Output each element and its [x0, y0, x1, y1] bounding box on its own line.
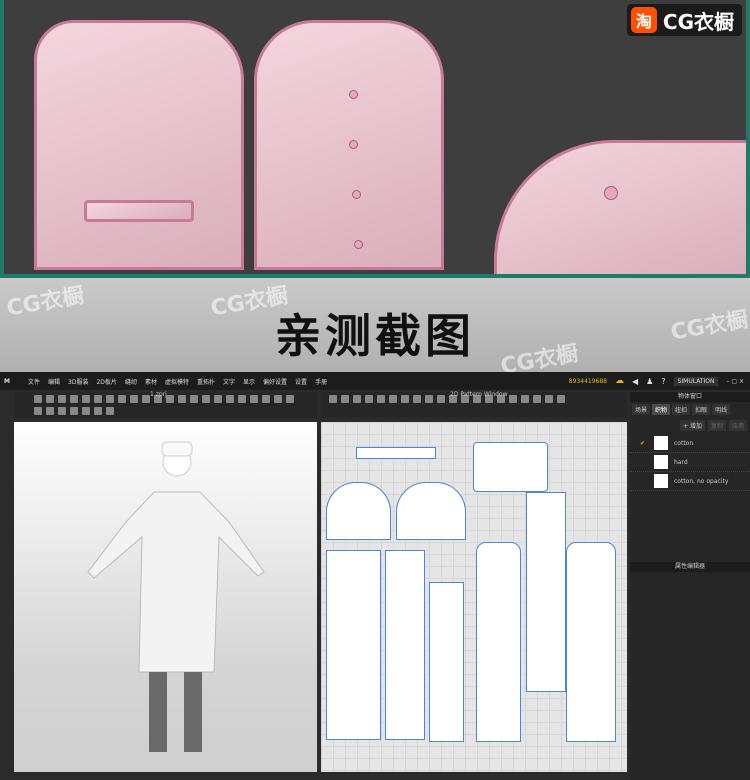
fabric-swatch — [654, 436, 668, 450]
tab-button[interactable]: 纽扣 — [672, 404, 691, 415]
fabric-swatch — [654, 474, 668, 488]
belt-tab — [84, 200, 194, 222]
taobao-icon: 淘 — [630, 7, 657, 33]
add-button[interactable]: + 增加 — [680, 420, 705, 431]
menu-manual[interactable]: 手册 — [315, 377, 327, 386]
fabric-item[interactable]: ✔ cotton — [630, 434, 750, 453]
menu-2d-pattern[interactable]: 2D板片 — [96, 377, 116, 386]
garment-back-view — [34, 20, 244, 270]
tab-buttonhole[interactable]: 扣眼 — [692, 404, 711, 415]
menu-file[interactable]: 文件 — [28, 377, 40, 386]
check-icon: ✔ — [640, 439, 646, 447]
pattern-back-side[interactable] — [526, 492, 566, 692]
pattern-front-right[interactable] — [385, 550, 425, 740]
property-editor-title: 属性编辑器 — [630, 562, 750, 572]
viewport-3d[interactable] — [14, 422, 317, 772]
tab-fabric[interactable]: 织物 — [652, 404, 671, 415]
pattern-sleeve[interactable] — [326, 482, 391, 540]
menu-sewing[interactable]: 缝纫 — [125, 377, 137, 386]
pattern-back-right[interactable] — [566, 542, 616, 742]
fabric-swatch — [654, 455, 668, 469]
menu-bar: M 文件 编辑 3D服装 2D板片 缝纫 素材 虚拟模特 重拓扑 文字 显示 偏… — [0, 372, 750, 390]
viewport-2d-title: 2D Pattern Window — [450, 391, 508, 398]
pattern-front-left[interactable] — [326, 550, 381, 740]
menu-settings[interactable]: 设置 — [295, 377, 307, 386]
fabric-item[interactable]: hard — [630, 453, 750, 472]
pattern-cap[interactable] — [473, 442, 548, 492]
fabric-item[interactable]: cotton, no opacity — [630, 472, 750, 491]
mode-selector[interactable]: SIMULATION — [673, 376, 719, 386]
menu-3d-garment[interactable]: 3D服装 — [68, 377, 88, 386]
banner: CG衣橱 CG衣橱 CG衣橱 CG衣橱 亲测截图 — [0, 278, 750, 380]
help-icon[interactable]: ? — [661, 377, 665, 386]
pattern-side[interactable] — [429, 582, 464, 742]
menu-edit[interactable]: 编辑 — [48, 377, 60, 386]
avatar-with-dress — [87, 441, 265, 752]
user-icon[interactable]: ♟ — [646, 377, 653, 386]
copy-button[interactable]: 复制 — [707, 420, 726, 431]
cloud-icon[interactable]: ☁ — [615, 376, 624, 386]
window-controls[interactable]: – ▢ × — [726, 378, 744, 385]
apply-button[interactable]: 应用 — [728, 420, 747, 431]
menu-display[interactable]: 显示 — [243, 377, 255, 386]
fabric-name: cotton — [674, 439, 694, 447]
fabric-name: hard — [674, 458, 688, 466]
pattern-sleeve[interactable] — [396, 482, 466, 540]
user-id: 8934419688 — [568, 377, 607, 385]
tab-topstitch[interactable]: 明线 — [712, 404, 731, 415]
viewport-3d-title: 1.zprj — [150, 391, 167, 398]
viewport-2d-pattern[interactable] — [321, 422, 627, 772]
menu-text[interactable]: 文字 — [223, 377, 235, 386]
pattern-band[interactable] — [356, 447, 436, 459]
headline: 亲测截图 — [275, 309, 475, 363]
speaker-icon[interactable]: ◀ — [632, 377, 638, 386]
pattern-back[interactable] — [476, 542, 521, 742]
clo3d-app-window: M 文件 编辑 3D服装 2D板片 缝纫 素材 虚拟模特 重拓扑 文字 显示 偏… — [0, 372, 750, 780]
app-logo-icon: M — [4, 377, 10, 385]
menu-materials[interactable]: 素材 — [145, 377, 157, 386]
menu-preferences[interactable]: 偏好设置 — [263, 377, 287, 386]
panel-title: 物体窗口 — [630, 392, 750, 402]
menu-avatar[interactable]: 虚拟模特 — [165, 377, 189, 386]
menu-retopology[interactable]: 重拓扑 — [197, 377, 215, 386]
tab-scene[interactable]: 场景 — [632, 404, 651, 415]
fabric-name: cotton, no opacity — [674, 477, 729, 485]
object-browser-panel: 物体窗口 场景 织物 纽扣 扣眼 明线 + 增加 复制 应用 ✔ cotton h… — [630, 392, 750, 780]
brand-logo: 淘 CG衣橱 — [626, 4, 742, 36]
garment-collar-closeup — [494, 140, 746, 274]
garment-render-preview — [0, 0, 750, 278]
brand-name: CG衣橱 — [662, 9, 734, 34]
